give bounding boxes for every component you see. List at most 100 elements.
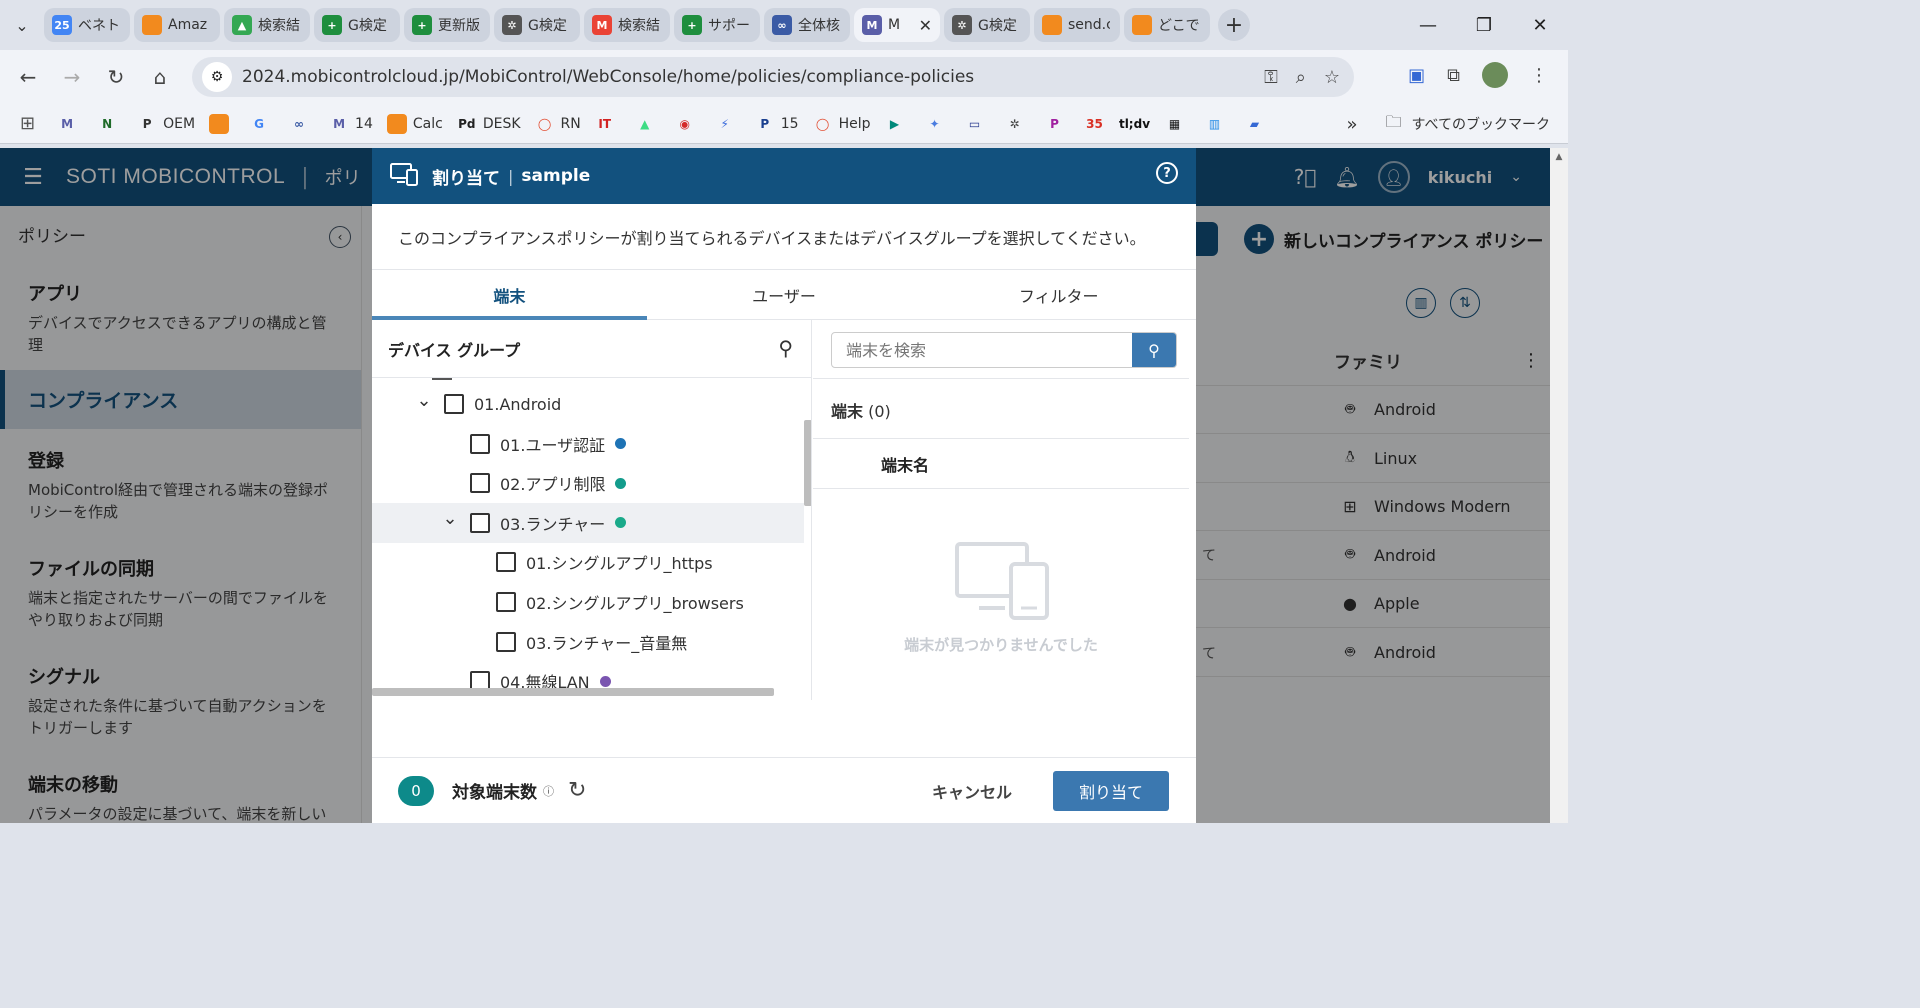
- bookmark-item[interactable]: ▥: [1204, 114, 1230, 134]
- browser-tab[interactable]: + サポー|: [674, 8, 760, 42]
- device-search-input[interactable]: [832, 333, 1132, 367]
- browser-tab[interactable]: M 検索結: [584, 8, 670, 42]
- tree-node[interactable]: 01.シングルアプリ_https: [372, 542, 804, 582]
- bookmark-item[interactable]: N: [97, 114, 123, 134]
- tree-node[interactable]: 02.シングルアプリ_browsers: [372, 582, 804, 622]
- browser-tab[interactable]: どこでも: [1124, 8, 1210, 42]
- column-device-name[interactable]: 端末名: [881, 452, 929, 476]
- window-icon: ▭: [968, 116, 981, 131]
- browser-toolbar: ← → ↻ ⌂ ⚙ 2024.mobicontrolcloud.jp/MobiC…: [0, 50, 1568, 104]
- bookmark-item[interactable]: ◉: [675, 114, 701, 134]
- all-bookmarks-link[interactable]: すべてのブックマーク: [1412, 114, 1550, 134]
- extensions-puzzle-icon[interactable]: ⧉: [1447, 65, 1460, 86]
- bookmark-item[interactable]: P OEM: [137, 114, 195, 134]
- forward-button[interactable]: →: [50, 55, 94, 99]
- chevron-down-icon[interactable]: ⌄: [412, 390, 436, 411]
- tree-node[interactable]: 01.ユーザ認証: [372, 424, 804, 464]
- tree-checkbox[interactable]: [470, 433, 490, 454]
- tree-checkbox[interactable]: [496, 592, 516, 612]
- bookmark-item[interactable]: G: [249, 114, 275, 134]
- tree-checkbox[interactable]: [496, 552, 516, 573]
- bookmark-item[interactable]: [209, 113, 235, 134]
- bookmark-item[interactable]: ⚡: [715, 114, 741, 134]
- back-button[interactable]: ←: [6, 55, 50, 99]
- bookmark-item[interactable]: ✲: [1004, 114, 1030, 134]
- browser-tab[interactable]: + 更新版: [404, 8, 490, 42]
- device-count-value: (0): [868, 402, 891, 421]
- bookmark-item[interactable]: ▭: [964, 114, 990, 134]
- tree-checkbox[interactable]: [496, 631, 516, 652]
- profile-avatar[interactable]: [1482, 62, 1508, 88]
- scroll-up-icon[interactable]: ▲: [1550, 148, 1568, 168]
- calendar-extension-icon[interactable]: ▣: [1408, 65, 1425, 86]
- bookmark-item[interactable]: ▶: [884, 114, 910, 134]
- close-tab-icon[interactable]: ✕: [919, 16, 932, 35]
- more-bookmarks-icon[interactable]: »: [1347, 114, 1358, 135]
- tree-node[interactable]: ⌄ 03.ランチャー: [372, 502, 804, 543]
- tree-checkbox[interactable]: [470, 473, 490, 494]
- browser-tab[interactable]: + G検定: [314, 8, 400, 42]
- chevron-down-icon[interactable]: ⌄: [438, 508, 462, 529]
- maximize-button[interactable]: ❐: [1456, 0, 1512, 50]
- assign-button[interactable]: 割り当て: [1053, 771, 1169, 811]
- page-scrollbar[interactable]: ▲: [1550, 148, 1568, 823]
- browser-tab[interactable]: ∞ 全体核: [764, 8, 850, 42]
- apps-grid-icon[interactable]: ⊞: [20, 113, 35, 134]
- tab-users[interactable]: ユーザー: [647, 270, 922, 319]
- address-bar[interactable]: ⚙ 2024.mobicontrolcloud.jp/MobiControl/W…: [192, 57, 1354, 97]
- url-text[interactable]: 2024.mobicontrolcloud.jp/MobiControl/Web…: [242, 67, 974, 87]
- browser-tab[interactable]: ✲ G検定: [494, 8, 580, 42]
- bookmark-item[interactable]: ✦: [924, 114, 950, 134]
- bookmark-item[interactable]: 35: [1084, 114, 1110, 134]
- browser-tab[interactable]: send.c: [1034, 8, 1120, 42]
- bookmark-item[interactable]: Pd DESK: [457, 114, 520, 134]
- bookmark-item[interactable]: P: [1044, 114, 1070, 134]
- cancel-button[interactable]: キャンセル: [932, 779, 1012, 803]
- bookmark-item[interactable]: M 14: [329, 114, 373, 134]
- tree-fragment: [432, 378, 452, 380]
- bookmark-star-icon[interactable]: ☆: [1324, 67, 1340, 88]
- tree-search-icon[interactable]: ⚲: [778, 336, 793, 360]
- browser-tab[interactable]: ▲ 検索結: [224, 8, 310, 42]
- browser-tab[interactable]: 25 ベネトI: [44, 8, 130, 42]
- tree-node[interactable]: 03.ランチャー_音量無: [372, 622, 804, 662]
- bookmark-item[interactable]: ◯ RN: [535, 114, 581, 134]
- bookmark-item[interactable]: P 15: [755, 114, 798, 134]
- tree-checkbox[interactable]: [444, 394, 464, 414]
- bookmark-item[interactable]: M: [57, 114, 83, 134]
- chrome-menu-icon[interactable]: ⋮: [1530, 65, 1548, 86]
- browser-tab[interactable]: ✲ G検定: [944, 8, 1030, 42]
- browser-tab-label: どこでも: [1158, 18, 1200, 34]
- bookmark-item[interactable]: ∞: [289, 114, 315, 134]
- reload-button[interactable]: ↻: [94, 55, 138, 99]
- device-search-button[interactable]: ⚲: [1132, 333, 1176, 367]
- site-info-icon[interactable]: ⚙: [202, 62, 232, 92]
- tree-checkbox[interactable]: [470, 512, 490, 533]
- tree-horizontal-scrollbar[interactable]: [372, 688, 774, 696]
- browser-tab[interactable]: M M ✕: [854, 8, 940, 42]
- bookmark-item[interactable]: IT: [595, 114, 621, 134]
- tree-node-label: 03.ランチャー_音量無: [526, 633, 688, 653]
- key-icon[interactable]: ⚿: [1264, 67, 1278, 88]
- bookmark-item[interactable]: tl;dv: [1119, 114, 1150, 134]
- tree-node[interactable]: ⌄ 01.Android: [372, 384, 804, 424]
- bookmark-item[interactable]: ▦: [1164, 114, 1190, 134]
- tab-devices[interactable]: 端末: [372, 270, 647, 320]
- tab-filters[interactable]: フィルター: [921, 270, 1196, 319]
- close-window-button[interactable]: ✕: [1512, 0, 1568, 50]
- refresh-icon[interactable]: ↻: [568, 778, 586, 803]
- bookmark-item[interactable]: ◯ Help: [813, 114, 871, 134]
- tab-search-chevron-icon[interactable]: ⌄: [0, 0, 44, 50]
- home-button[interactable]: ⌂: [138, 55, 182, 99]
- info-icon[interactable]: ⓘ: [543, 783, 554, 799]
- bookmark-item[interactable]: ▰: [1244, 114, 1270, 134]
- bookmark-item[interactable]: Calc: [386, 113, 443, 134]
- zoom-icon[interactable]: ⌕: [1296, 67, 1306, 88]
- minimize-button[interactable]: —: [1400, 0, 1456, 50]
- tree-node[interactable]: 02.アプリ制限: [372, 463, 804, 503]
- browser-tab[interactable]: Amaz: [134, 8, 220, 42]
- bookmark-item[interactable]: ▲: [635, 114, 661, 134]
- dialog-help-icon[interactable]: ?: [1156, 162, 1178, 184]
- tree-vertical-scrollbar[interactable]: [804, 420, 811, 506]
- new-tab-button[interactable]: +: [1218, 9, 1250, 41]
